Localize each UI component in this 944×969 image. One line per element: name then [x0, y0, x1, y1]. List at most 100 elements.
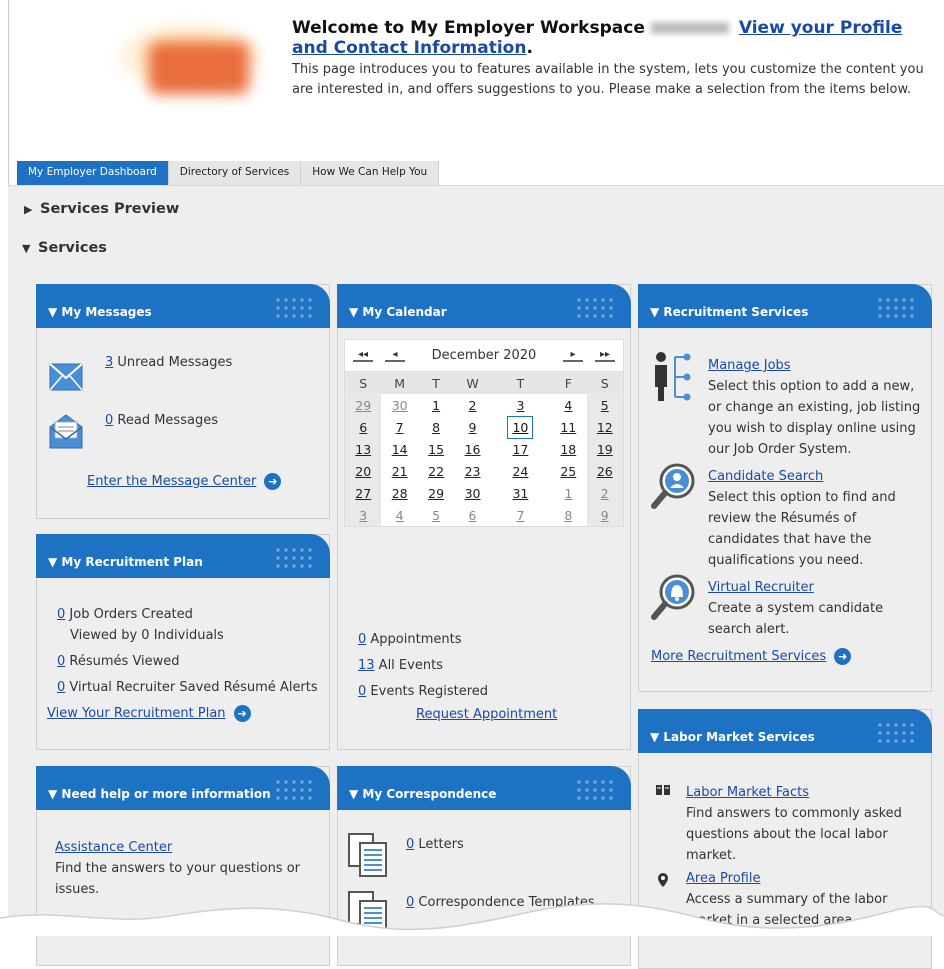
calendar-day[interactable]: 14	[392, 442, 408, 457]
tab-directory-of-services[interactable]: Directory of Services	[168, 161, 302, 185]
arrow-right-circle-icon[interactable]: ➜	[233, 705, 251, 722]
calendar-month-label: December 2020	[431, 348, 537, 363]
calendar-day[interactable]: 26	[597, 464, 613, 479]
calendar-day[interactable]: 7	[516, 508, 524, 523]
tab-how-we-can-help[interactable]: How We Can Help You	[301, 161, 440, 185]
drag-handle-icon[interactable]	[274, 778, 316, 804]
candidate-search-link[interactable]: Candidate Search	[708, 469, 823, 484]
calendar-day[interactable]: 8	[564, 508, 572, 523]
caret-down-icon: ▼	[349, 787, 363, 801]
correspondence-panel-header[interactable]: ▼ My Correspondence	[337, 766, 631, 810]
calendar-day[interactable]: 29	[355, 398, 371, 413]
prev-month-button[interactable]: ◂	[385, 349, 405, 362]
drag-handle-icon[interactable]	[274, 546, 316, 572]
virtual-recruiter-item: Virtual Recruiter Create a system candid…	[708, 577, 923, 640]
recruitment-plan-header[interactable]: ▼ My Recruitment Plan	[36, 534, 330, 578]
help-panel-header[interactable]: ▼ Need help or more information	[36, 766, 330, 810]
calendar-day[interactable]: 1	[432, 398, 440, 413]
area-profile-link[interactable]: Area Profile	[686, 871, 760, 886]
calendar-day[interactable]: 1	[564, 486, 572, 501]
employer-logo	[107, 18, 267, 98]
labor-market-header[interactable]: ▼ Labor Market Services	[638, 709, 932, 753]
first-month-button[interactable]: ◂◂	[353, 349, 373, 362]
recruitment-plan-link[interactable]: View Your Recruitment Plan	[47, 706, 226, 721]
calendar-day[interactable]: 20	[355, 464, 371, 479]
calendar-day[interactable]: 11	[560, 420, 576, 435]
calendar-grid: S M T W T F S 29 30 1 2 3 4 5 6 7 8 9 10…	[345, 372, 623, 526]
calendar-day[interactable]: 4	[396, 508, 404, 523]
calendar-day[interactable]: 7	[396, 420, 404, 435]
manage-jobs-link[interactable]: Manage Jobs	[708, 358, 791, 373]
caret-down-icon: ▼	[48, 555, 62, 569]
calendar-day-today[interactable]: 10	[507, 415, 534, 439]
calendar-day[interactable]: 12	[597, 420, 613, 435]
profile-link-suffix: .	[526, 38, 533, 58]
calendar-day[interactable]: 22	[428, 464, 444, 479]
services-preview-toggle[interactable]: ▶ Services Preview	[24, 201, 179, 217]
calendar-day[interactable]: 23	[465, 464, 481, 479]
calendar-day[interactable]: 19	[597, 442, 613, 457]
profile-link-1[interactable]: View your Profile	[739, 18, 902, 38]
calendar-day[interactable]: 6	[359, 420, 367, 435]
calendar-day[interactable]: 9	[601, 508, 609, 523]
calendar-panel-header[interactable]: ▼ My Calendar	[337, 284, 631, 328]
calendar-day[interactable]: 5	[432, 508, 440, 523]
recruitment-services-header[interactable]: ▼ Recruitment Services	[638, 284, 932, 328]
drag-handle-icon[interactable]	[876, 721, 918, 747]
correspondence-title: My Correspondence	[362, 787, 497, 801]
tab-my-employer-dashboard[interactable]: My Employer Dashboard	[17, 161, 169, 185]
events-count-link[interactable]: 13	[358, 658, 375, 673]
calendar-day[interactable]: 15	[428, 442, 444, 457]
messages-panel-header[interactable]: ▼ My Messages	[36, 284, 330, 328]
message-center-link[interactable]: Enter the Message Center	[87, 474, 256, 489]
calendar-day[interactable]: 2	[601, 486, 609, 501]
read-messages-line: 0 Read Messages	[105, 413, 218, 428]
calendar-day[interactable]: 4	[564, 398, 572, 413]
drag-handle-icon[interactable]	[575, 296, 617, 322]
profile-link-2[interactable]: and Contact Information	[292, 38, 526, 58]
envelope-open-icon	[49, 413, 83, 453]
calendar-day[interactable]: 27	[355, 486, 371, 501]
book-icon	[655, 784, 671, 800]
calendar-widget: ◂◂ ◂ December 2020 ▸ ▸▸ S M T W T F S 29…	[344, 339, 624, 527]
calendar-day[interactable]: 30	[465, 486, 481, 501]
calendar-day[interactable]: 8	[432, 420, 440, 435]
calendar-day[interactable]: 6	[469, 508, 477, 523]
calendar-day[interactable]: 9	[469, 420, 477, 435]
calendar-day[interactable]: 5	[601, 398, 609, 413]
virtual-recruiter-link[interactable]: Virtual Recruiter	[708, 580, 814, 595]
calendar-day[interactable]: 29	[428, 486, 444, 501]
drag-handle-icon[interactable]	[575, 778, 617, 804]
drag-handle-icon[interactable]	[274, 296, 316, 322]
calendar-day[interactable]: 24	[512, 464, 528, 479]
weekday-header: T	[417, 372, 455, 394]
calendar-day[interactable]: 18	[560, 442, 576, 457]
next-month-button[interactable]: ▸	[562, 349, 583, 362]
calendar-day[interactable]: 30	[392, 398, 408, 413]
services-toggle[interactable]: ▼ Services	[22, 240, 107, 256]
calendar-day[interactable]: 28	[392, 486, 408, 501]
calendar-day[interactable]: 21	[392, 464, 408, 479]
last-month-button[interactable]: ▸▸	[594, 349, 615, 362]
labor-market-facts-link[interactable]: Labor Market Facts	[686, 785, 809, 800]
arrow-right-circle-icon[interactable]: ➜	[264, 473, 282, 490]
recruitment-plan-title: My Recruitment Plan	[61, 555, 203, 569]
calendar-day[interactable]: 17	[512, 442, 528, 457]
calendar-day[interactable]: 31	[512, 486, 528, 501]
assistance-center-link[interactable]: Assistance Center	[55, 840, 172, 855]
more-recruitment-link[interactable]: More Recruitment Services	[651, 649, 826, 664]
unread-messages-line: 3 Unread Messages	[105, 355, 232, 370]
calendar-day[interactable]: 2	[469, 398, 477, 413]
recruitment-plan-line: View Your Recruitment Plan ➜	[47, 705, 251, 722]
request-appointment-link[interactable]: Request Appointment	[416, 707, 557, 722]
drag-handle-icon[interactable]	[876, 296, 918, 322]
viewed-by-text: Viewed by 0 Individuals	[70, 628, 224, 643]
calendar-day[interactable]: 3	[359, 508, 367, 523]
candidate-search-desc: Select this option to find and review th…	[708, 490, 896, 568]
calendar-day[interactable]: 13	[355, 442, 371, 457]
weekday-header: T	[490, 372, 551, 394]
calendar-day[interactable]: 25	[560, 464, 576, 479]
calendar-day[interactable]: 16	[465, 442, 481, 457]
arrow-right-circle-icon[interactable]: ➜	[834, 648, 852, 665]
calendar-day[interactable]: 3	[516, 398, 524, 413]
